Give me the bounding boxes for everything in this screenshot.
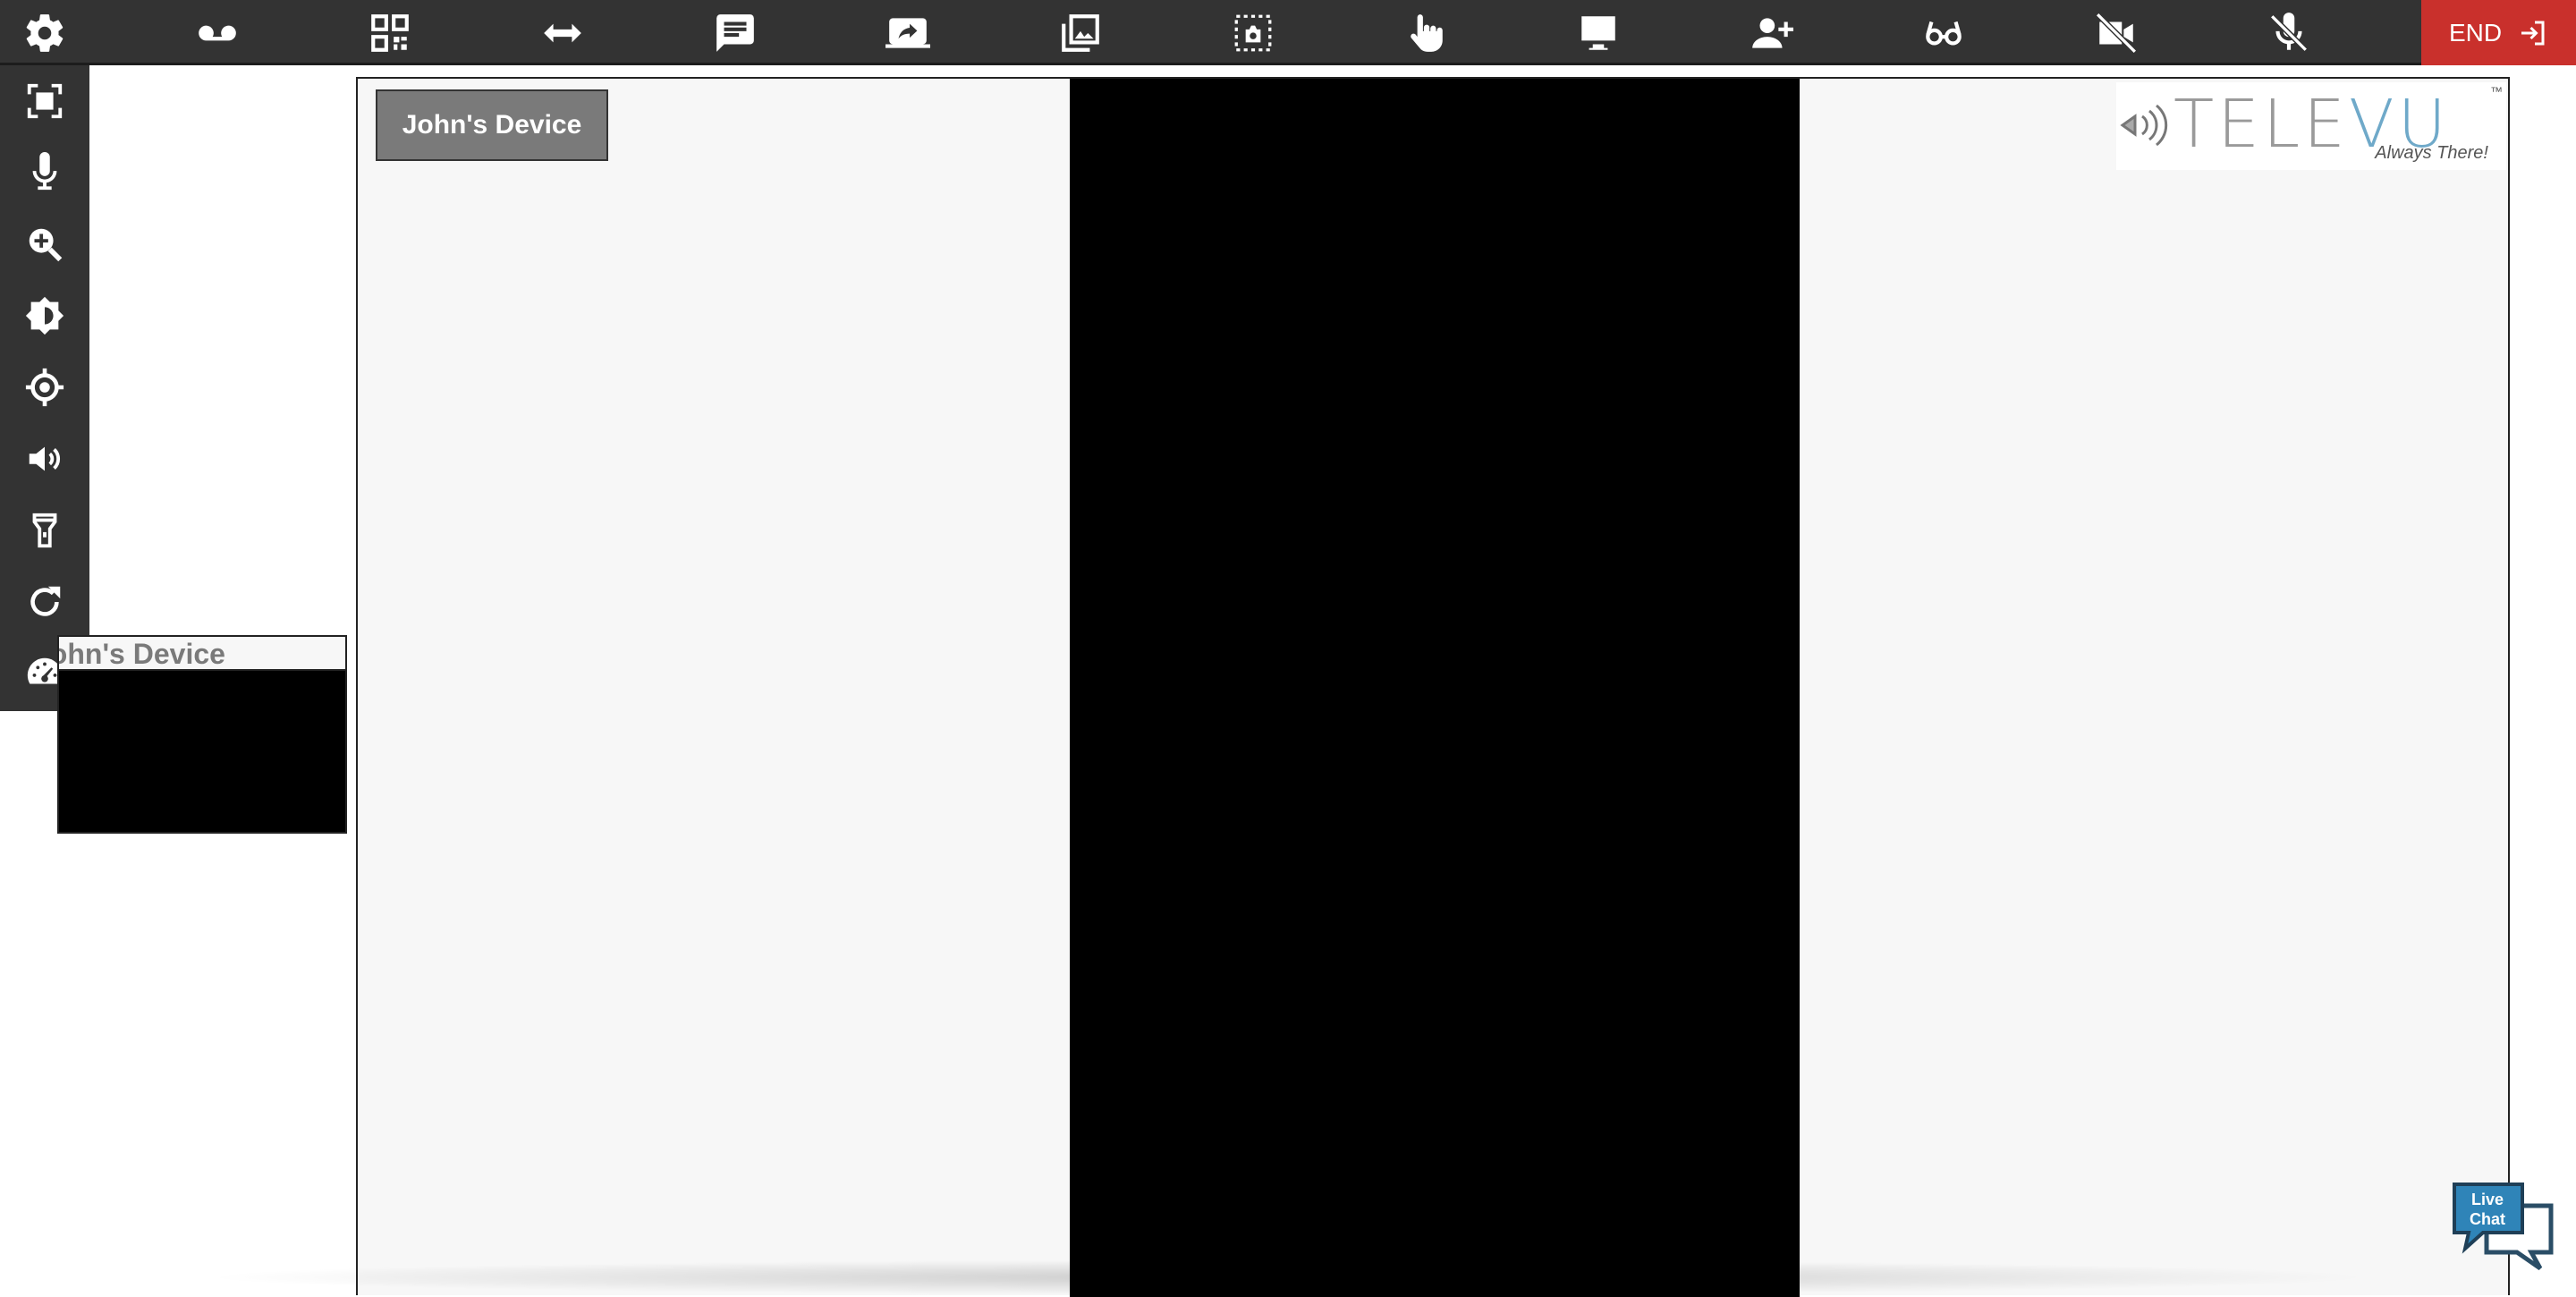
bottom-shadow xyxy=(197,1259,2379,1295)
image-gallery-icon xyxy=(1062,13,1099,52)
zoom-button[interactable] xyxy=(0,208,89,280)
horizontal-arrows-icon xyxy=(544,23,581,42)
video-toggle-button[interactable] xyxy=(2063,0,2170,65)
top-toolbar: END xyxy=(0,0,2576,65)
end-call-label: END xyxy=(2448,18,2503,47)
qr-code-button[interactable] xyxy=(336,0,444,65)
share-screen-button[interactable] xyxy=(854,0,962,65)
zoom-in-icon xyxy=(29,228,63,262)
chat-button[interactable] xyxy=(682,0,789,65)
refresh-button[interactable] xyxy=(0,566,89,638)
add-user-icon xyxy=(1752,17,1793,48)
video-off-icon xyxy=(2095,12,2138,54)
settings-icon xyxy=(26,13,64,52)
qr-code-icon xyxy=(371,13,409,52)
brightness-button[interactable] xyxy=(0,280,89,352)
end-call-button[interactable]: END xyxy=(2421,0,2576,65)
record-button[interactable] xyxy=(164,0,271,65)
logo-tagline: Always There! xyxy=(2375,143,2488,163)
refresh-icon xyxy=(30,586,61,616)
glasses-button[interactable] xyxy=(1890,0,1997,65)
voicemail-record-icon xyxy=(199,25,236,40)
snapshot-icon xyxy=(1234,14,1272,51)
monitor-icon xyxy=(1581,15,1615,50)
mic-toggle-button[interactable] xyxy=(2235,0,2343,65)
logo-trademark: ™ xyxy=(2490,84,2503,98)
televu-logo: TELEVU Always There! ™ xyxy=(2116,82,2506,170)
flashlight-icon xyxy=(32,513,57,548)
resize-button[interactable] xyxy=(509,0,616,65)
monitor-button[interactable] xyxy=(1545,0,1652,65)
live-chat-label: Live Chat xyxy=(2470,1191,2505,1228)
volume-button[interactable] xyxy=(0,423,89,495)
volume-icon xyxy=(29,446,61,471)
snapshot-button[interactable] xyxy=(1199,0,1307,65)
remote-device-label: John's Device xyxy=(376,89,608,161)
microphone-button[interactable] xyxy=(0,137,89,208)
remote-video-stage: John's Device TELEVU Always There! ™ xyxy=(356,77,2510,1297)
gallery-button[interactable] xyxy=(1027,0,1134,65)
settings-button[interactable] xyxy=(0,0,98,65)
focus-button[interactable] xyxy=(0,352,89,423)
fullscreen-button[interactable] xyxy=(0,65,89,137)
live-chat-button[interactable]: Live Chat xyxy=(2451,1181,2558,1271)
thumbnail-device-label: John's Device xyxy=(59,637,345,671)
add-user-button[interactable] xyxy=(1717,0,1825,65)
microphone-icon xyxy=(32,152,57,191)
chat-icon xyxy=(716,13,754,52)
self-view-thumbnail[interactable]: John's Device xyxy=(57,635,347,834)
screen-share-icon xyxy=(886,17,930,48)
flashlight-button[interactable] xyxy=(0,495,89,566)
remote-video-feed xyxy=(1070,79,1800,1297)
mic-off-icon xyxy=(2270,12,2308,52)
glasses-icon xyxy=(1926,21,1962,46)
sound-waves-logo-icon xyxy=(2120,104,2168,147)
camera-controls-sidebar xyxy=(0,65,89,711)
fullscreen-icon xyxy=(27,83,63,119)
pointer-hand-icon xyxy=(1411,13,1443,52)
focus-target-icon xyxy=(25,368,64,407)
pointer-button[interactable] xyxy=(1372,0,1479,65)
brightness-icon xyxy=(25,296,64,335)
exit-icon xyxy=(2521,21,2545,45)
